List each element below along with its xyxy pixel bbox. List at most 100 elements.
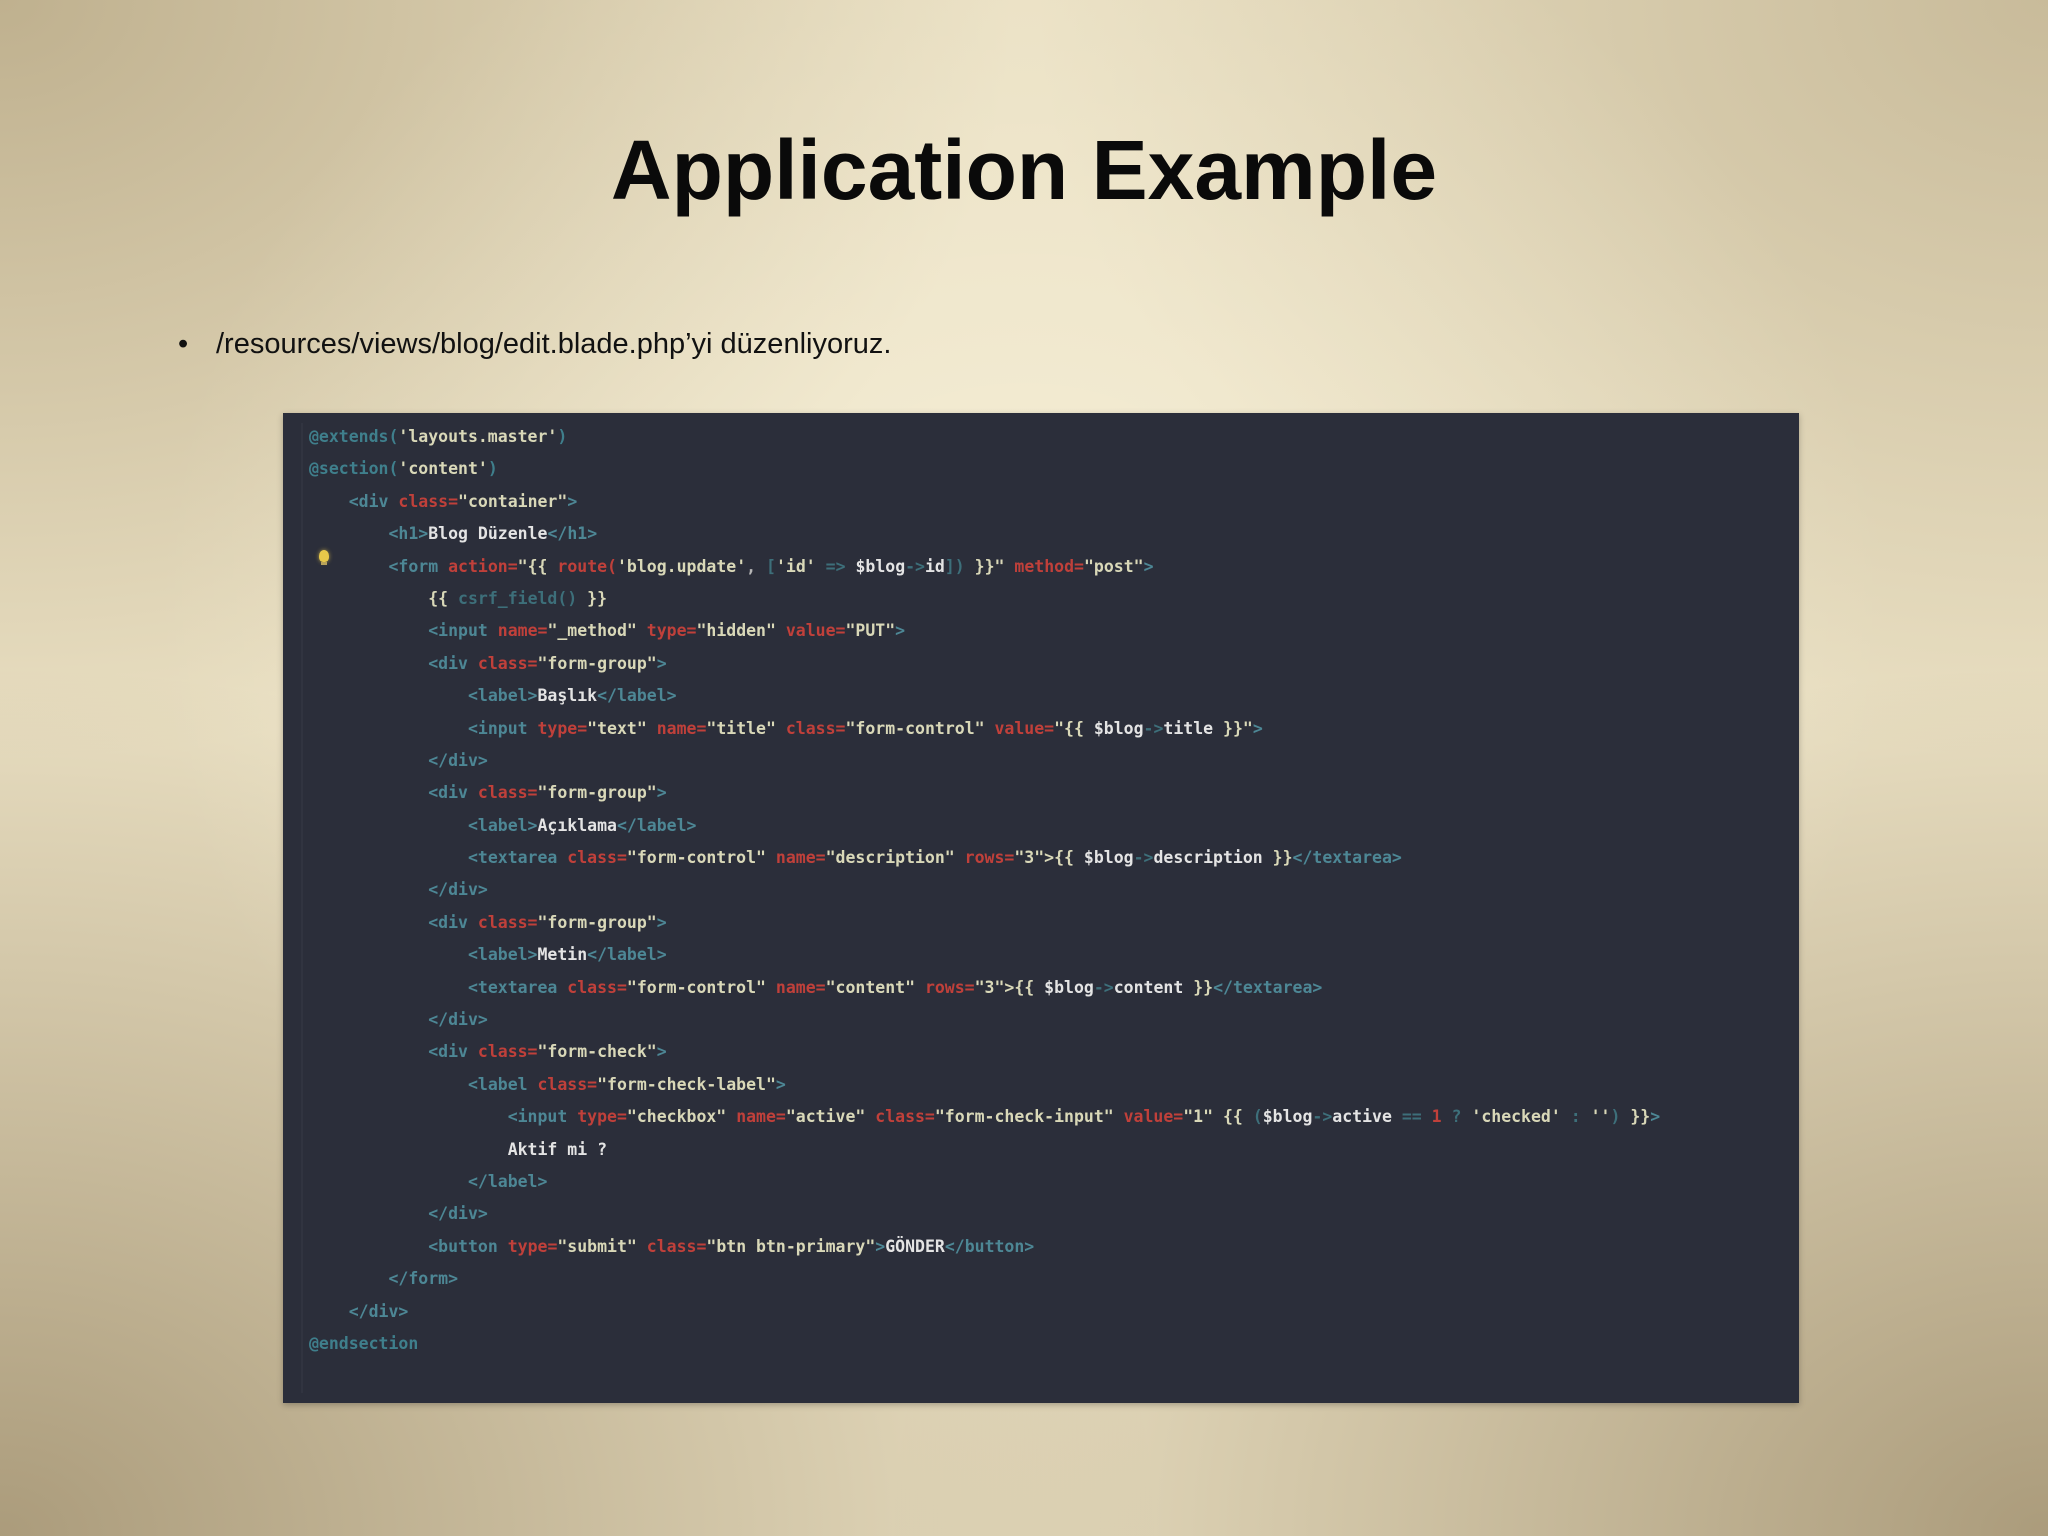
code-token: "PUT" xyxy=(845,621,896,641)
bullet-item: • /resources/views/blog/edit.blade.php’y… xyxy=(178,326,891,362)
code-token: <form xyxy=(388,556,449,576)
code-token: "form-group" xyxy=(537,653,657,673)
code-line: </div> xyxy=(309,1004,1660,1036)
code-token: class= xyxy=(477,653,538,673)
code-token: class= xyxy=(398,491,459,511)
code-token: Blog Düzenle xyxy=(428,524,548,544)
code-token: 'id' xyxy=(775,556,816,576)
code-token: "btn btn-primary" xyxy=(706,1236,876,1256)
code-token: }} xyxy=(577,588,608,608)
code-line: </form> xyxy=(309,1263,1660,1295)
code-line: <textarea class="form-control" name="des… xyxy=(309,842,1660,874)
code-token: "form-control" xyxy=(626,848,776,868)
code-token: > xyxy=(656,783,667,803)
code-token: </h1> xyxy=(547,524,598,544)
code-line: @extends('layouts.master') xyxy=(309,421,1660,453)
code-token: class= xyxy=(537,1074,598,1094)
code-token: name= xyxy=(775,977,826,997)
code-token: class= xyxy=(567,977,627,997)
bullet-text: /resources/views/blog/edit.blade.php’yi … xyxy=(216,328,892,360)
code-token: @endsection xyxy=(309,1333,419,1353)
code-token: '' xyxy=(1590,1107,1611,1127)
code-token: active xyxy=(1332,1107,1402,1127)
code-token: <input xyxy=(428,621,498,641)
code-token: <input xyxy=(467,718,538,738)
code-line: </div> xyxy=(309,745,1660,777)
code-token: "form-check" xyxy=(537,1042,657,1062)
code-token: "form-check-label" xyxy=(597,1074,776,1094)
code-token: Metin xyxy=(537,945,588,965)
code-token: <h1> xyxy=(388,524,429,544)
code-token: {{ xyxy=(1222,1107,1253,1127)
code-token: "hidden" xyxy=(696,621,786,641)
code-token: $blog xyxy=(1083,848,1134,868)
code-token: ]) xyxy=(944,556,965,576)
code-token: }} xyxy=(1262,848,1293,868)
code-line: </div> xyxy=(309,874,1660,906)
code-line: <div class="form-group"> xyxy=(309,907,1660,939)
code-token: <label> xyxy=(467,815,538,835)
code-token: @section( xyxy=(309,459,399,479)
code-token: > xyxy=(656,1042,667,1062)
code-line: <textarea class="form-control" name="con… xyxy=(309,972,1660,1004)
code-line: </label> xyxy=(309,1166,1660,1198)
code-token: -> xyxy=(1093,977,1114,997)
code-token: {{ xyxy=(1054,848,1084,868)
code-token: > xyxy=(875,1236,886,1256)
code-token: ) xyxy=(1610,1107,1621,1127)
code-token: > xyxy=(895,621,906,641)
code-token: 'content' xyxy=(398,459,488,479)
code-token: <label> xyxy=(467,945,538,965)
code-line: Aktif mi ? xyxy=(309,1134,1660,1166)
code-screenshot: @extends('layouts.master') @section('cont… xyxy=(283,413,1799,1403)
code-line: <div class="form-group"> xyxy=(309,648,1660,680)
code-token: <textarea xyxy=(467,848,568,868)
slide-title: Application Example xyxy=(610,123,1438,217)
code-token: </textarea> xyxy=(1213,977,1323,997)
code-token: "submit" xyxy=(557,1236,647,1256)
code-line: <form action="{{ route('blog.update', ['… xyxy=(309,551,1660,583)
code-token: </div> xyxy=(428,1010,488,1030)
code-line: @section('content') xyxy=(309,453,1660,485)
code-token: "checkbox" xyxy=(626,1107,737,1127)
code-line: <input type="checkbox" name="active" cla… xyxy=(309,1101,1660,1133)
code-token: "_method" xyxy=(547,621,647,641)
code-token: [ xyxy=(766,556,776,576)
code-token: }} xyxy=(1183,977,1214,997)
code-token: </label> xyxy=(467,1171,548,1191)
code-token: </textarea> xyxy=(1292,848,1402,868)
code-token: <label> xyxy=(467,686,538,706)
code-token: "1" xyxy=(1183,1107,1223,1127)
code-token: "active" xyxy=(785,1107,876,1127)
code-line: <div class="form-check"> xyxy=(309,1036,1660,1068)
code-token: title xyxy=(1163,718,1214,738)
code-token: "title" xyxy=(706,718,786,738)
code-token: > xyxy=(1252,718,1263,738)
code-token: > xyxy=(775,1074,786,1094)
code-token: class= xyxy=(785,718,846,738)
code-token: $blog xyxy=(1262,1107,1313,1127)
code-token: </div> xyxy=(428,880,488,900)
code-token: => xyxy=(815,556,856,576)
code-token: class= xyxy=(477,1042,538,1062)
code-token: action= xyxy=(448,556,518,576)
code-token: ( xyxy=(1252,1107,1263,1127)
code-token: "container" xyxy=(458,491,568,511)
code-line: <input name="_method" type="hidden" valu… xyxy=(309,615,1660,647)
code-token: "form-check-input" xyxy=(934,1107,1124,1127)
code-token: </div> xyxy=(428,1204,488,1224)
code-token: > xyxy=(656,912,667,932)
code-token: -> xyxy=(1312,1107,1333,1127)
code-token: "form-group" xyxy=(537,912,657,932)
code-token: name= xyxy=(736,1107,786,1127)
